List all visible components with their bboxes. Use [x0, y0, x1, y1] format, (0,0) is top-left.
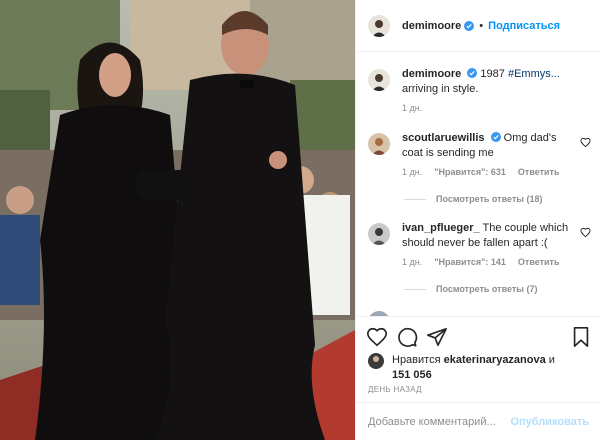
comment-like-heart-icon[interactable] — [580, 227, 591, 238]
reply-button[interactable]: Ответить — [518, 257, 560, 267]
add-comment-bar: Опубликовать — [356, 402, 600, 440]
likes-prefix: Нравится — [392, 354, 441, 366]
post-photo[interactable] — [0, 0, 355, 440]
commenter-avatar[interactable] — [368, 133, 390, 155]
author-avatar[interactable] — [368, 14, 390, 37]
publish-button[interactable]: Опубликовать — [510, 416, 589, 428]
likes-text: Нравится ekaterinaryazanova и 151 056 — [392, 353, 555, 383]
comment-time: 1 дн. — [402, 167, 423, 177]
likes-summary: Нравится ekaterinaryazanova и 151 056 — [368, 353, 593, 383]
photo-image — [0, 0, 355, 440]
comment-text: scoutlaruewillis Omg dad's coat is sendi… — [402, 131, 574, 161]
comment-username[interactable]: scoutlaruewillis — [402, 132, 485, 144]
comment-row: ivan_pfluеger_ The couple which should n… — [368, 221, 593, 267]
comments-list[interactable]: demimoore 1987 #Emmys... arriving in sty… — [356, 53, 600, 316]
caption-avatar[interactable] — [368, 69, 390, 91]
bookmark-icon[interactable] — [570, 326, 592, 348]
reply-button[interactable]: Ответить — [518, 167, 560, 177]
author-username[interactable]: demimoore — [402, 20, 461, 32]
verified-icon — [488, 132, 501, 144]
comment-row-partial — [368, 309, 593, 316]
post-actions: Нравится ekaterinaryazanova и 151 056 ДЕ… — [356, 316, 600, 440]
comment-likes[interactable]: "Нравится": 631 — [434, 167, 506, 177]
post-panel: demimoore • Подписаться demimoore 1987 #… — [355, 0, 600, 440]
liker-avatar[interactable] — [368, 353, 384, 369]
comment-row: scoutlaruewillis Omg dad's coat is sendi… — [368, 131, 593, 177]
comment-meta: 1 дн. "Нравится": 631 Ответить — [402, 167, 574, 177]
caption-year: 1987 — [480, 68, 505, 80]
caption-username[interactable]: demimoore — [402, 68, 461, 80]
comment-input[interactable] — [368, 416, 511, 428]
comment-like-heart-icon[interactable] — [580, 137, 591, 148]
comment-username[interactable]: ivan_pfluеger_ — [402, 222, 480, 234]
liker-username[interactable]: ekaterinaryazanova — [444, 354, 546, 366]
caption-body: arriving in style. — [402, 83, 479, 95]
header-separator: • — [479, 19, 484, 32]
comment-meta: 1 дн. "Нравится": 141 Ответить — [402, 257, 574, 267]
replies-divider — [404, 198, 426, 200]
follow-button[interactable]: Подписаться — [488, 20, 560, 32]
comment-time: 1 дн. — [402, 257, 423, 267]
share-icon[interactable] — [426, 326, 448, 348]
comment-likes[interactable]: "Нравится": 141 — [434, 257, 506, 267]
likes-count[interactable]: 151 056 — [392, 369, 432, 381]
view-replies-button[interactable]: Посмотреть ответы (7) — [404, 284, 537, 294]
comment-text: ivan_pfluеger_ The couple which should n… — [402, 221, 574, 251]
caption-meta: 1 дн. — [402, 103, 574, 113]
caption-time: 1 дн. — [402, 103, 423, 113]
replies-divider — [404, 288, 426, 290]
verified-icon — [464, 68, 478, 80]
post-header: demimoore • Подписаться — [356, 0, 600, 52]
caption-row: demimoore 1987 #Emmys... arriving in sty… — [368, 67, 593, 113]
verified-icon — [461, 19, 475, 33]
view-replies-label[interactable]: Посмотреть ответы (18) — [436, 194, 542, 204]
caption-hashtag[interactable]: #Emmys... — [508, 68, 560, 80]
post-date[interactable]: ДЕНЬ НАЗАД — [368, 385, 422, 394]
likes-joiner: и — [548, 354, 555, 366]
view-replies-label[interactable]: Посмотреть ответы (7) — [436, 284, 537, 294]
heart-icon[interactable] — [366, 326, 388, 348]
comment-icon[interactable] — [396, 326, 418, 348]
commenter-avatar[interactable] — [368, 223, 390, 245]
caption-text: demimoore 1987 #Emmys... arriving in sty… — [402, 67, 574, 97]
view-replies-button[interactable]: Посмотреть ответы (18) — [404, 194, 542, 204]
